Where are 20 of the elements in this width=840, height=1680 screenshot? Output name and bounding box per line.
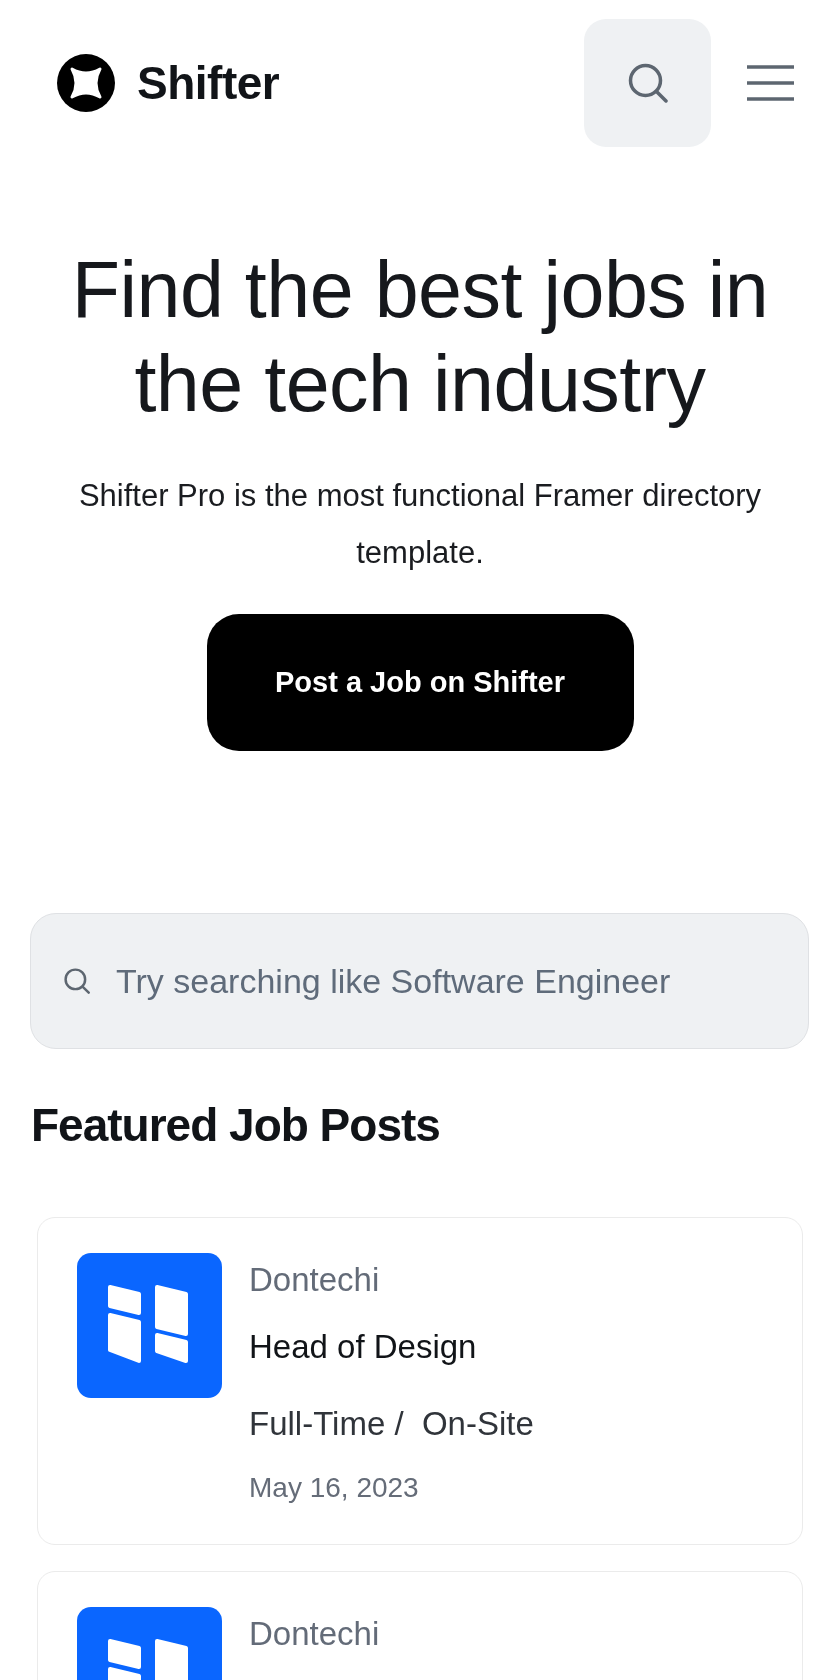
- company-name: Dontechi: [249, 1614, 380, 1654]
- post-job-button[interactable]: Post a Job on Shifter: [206, 614, 634, 751]
- logo-icon: [57, 54, 115, 112]
- search-button[interactable]: [584, 19, 711, 147]
- job-title: Head of Design: [249, 1327, 478, 1367]
- job-card[interactable]: Dontechi Head of Design Full-Time / On-Site May 16, 2023: [37, 1217, 803, 1545]
- search-icon: [627, 63, 668, 103]
- hero-title: Find the best jobs in the tech industry: [70, 244, 770, 430]
- brand-name: Shifter: [137, 56, 280, 110]
- job-card[interactable]: Dontechi: [37, 1571, 803, 1680]
- search-icon: [64, 968, 90, 994]
- job-terms: Full-Time / On-Site: [249, 1404, 534, 1444]
- company-name: Dontechi: [249, 1260, 381, 1300]
- menu-icon: [747, 65, 794, 101]
- company-logo-icon: [77, 1253, 222, 1398]
- menu-button[interactable]: [747, 65, 794, 101]
- section-heading: Featured Job Posts: [31, 1098, 441, 1153]
- hero-subtitle: Shifter Pro is the most functional Framer directory template.: [77, 477, 763, 572]
- post-date: May 16, 2023: [249, 1471, 420, 1505]
- search-field[interactable]: Try searching like Software Engineer: [30, 913, 809, 1049]
